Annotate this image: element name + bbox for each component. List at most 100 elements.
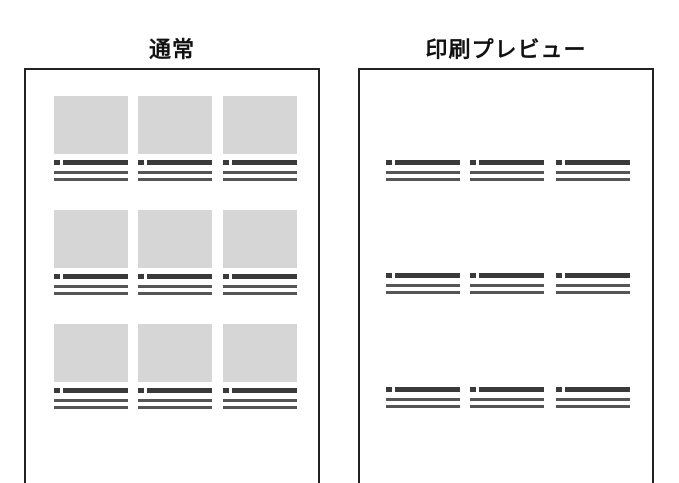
text-line <box>386 291 460 294</box>
text-line <box>556 291 630 294</box>
thumbnail-placeholder <box>223 210 297 268</box>
text-line <box>556 171 630 174</box>
text-line-bullet <box>556 387 562 392</box>
text-line-title <box>479 387 544 392</box>
text-line-title <box>147 274 212 279</box>
text-line-title <box>479 273 544 278</box>
grid-item <box>138 96 212 186</box>
text-line-bullet <box>386 387 392 392</box>
text-line <box>223 399 297 402</box>
text-item <box>386 387 460 413</box>
text-item <box>556 387 630 413</box>
text-line-bullet <box>138 160 144 165</box>
text-line <box>386 405 460 408</box>
text-line-title <box>479 160 544 165</box>
thumbnail-placeholder <box>223 324 297 382</box>
text-placeholder-lines <box>54 274 128 300</box>
thumbnail-placeholder <box>223 96 297 154</box>
text-line-title <box>147 160 212 165</box>
text-placeholder-lines <box>54 160 128 186</box>
text-line <box>223 292 297 295</box>
text-item <box>556 160 630 186</box>
text-item <box>470 273 544 299</box>
text-line-bullet <box>138 274 144 279</box>
text-line-bullet <box>386 273 392 278</box>
text-line <box>386 398 460 401</box>
text-line-title <box>395 273 460 278</box>
text-placeholder-lines <box>138 160 212 186</box>
text-line <box>138 285 212 288</box>
text-line <box>223 285 297 288</box>
text-placeholder-lines <box>470 160 544 186</box>
grid-item <box>54 210 128 300</box>
text-placeholder-lines <box>223 160 297 186</box>
panel-title-print-preview: 印刷プレビュー <box>425 38 587 63</box>
text-item <box>386 160 460 186</box>
text-line-title <box>565 387 630 392</box>
text-line-title <box>63 274 128 279</box>
thumbnail-placeholder <box>138 96 212 154</box>
text-placeholder-lines <box>386 160 460 186</box>
text-line-title <box>63 160 128 165</box>
text-line <box>556 398 630 401</box>
text-line <box>386 171 460 174</box>
text-placeholder-lines <box>470 273 544 299</box>
thumbnail-placeholder <box>54 96 128 154</box>
text-line <box>54 406 128 409</box>
text-placeholder-lines <box>556 160 630 186</box>
text-line <box>386 178 460 181</box>
text-line <box>54 285 128 288</box>
text-line <box>138 406 212 409</box>
text-placeholder-lines <box>223 274 297 300</box>
text-line <box>470 398 544 401</box>
text-item <box>470 160 544 186</box>
text-placeholder-lines <box>556 273 630 299</box>
text-line-title <box>395 387 460 392</box>
text-line-title <box>395 160 460 165</box>
text-placeholder-lines <box>556 387 630 413</box>
text-line <box>223 171 297 174</box>
text-line <box>470 171 544 174</box>
grid-item <box>54 324 128 414</box>
text-line <box>54 178 128 181</box>
grid-item <box>138 324 212 414</box>
text-item <box>470 387 544 413</box>
text-line <box>556 405 630 408</box>
text-line-title <box>565 160 630 165</box>
text-line-title <box>147 388 212 393</box>
text-line <box>138 399 212 402</box>
text-line <box>138 171 212 174</box>
page-frame-print-preview <box>358 68 654 483</box>
text-placeholder-lines <box>138 388 212 414</box>
thumbnail-placeholder <box>54 324 128 382</box>
text-line-bullet <box>470 273 476 278</box>
thumbnail-placeholder <box>138 324 212 382</box>
text-line <box>556 284 630 287</box>
text-line-title <box>565 273 630 278</box>
text-line <box>138 178 212 181</box>
text-item <box>386 273 460 299</box>
text-line-bullet <box>470 387 476 392</box>
text-line-bullet <box>54 274 60 279</box>
text-line-bullet <box>556 273 562 278</box>
text-line <box>54 292 128 295</box>
panel-title-normal: 通常 <box>148 38 195 63</box>
text-line <box>54 171 128 174</box>
text-line-title <box>232 160 297 165</box>
text-line <box>223 406 297 409</box>
text-line-bullet <box>223 388 229 393</box>
text-line-bullet <box>470 160 476 165</box>
text-line <box>470 405 544 408</box>
thumbnail-placeholder <box>54 210 128 268</box>
text-line-title <box>232 274 297 279</box>
text-line <box>386 284 460 287</box>
text-line-bullet <box>54 160 60 165</box>
text-line-bullet <box>54 388 60 393</box>
text-placeholder-lines <box>470 387 544 413</box>
text-line <box>470 284 544 287</box>
thumbnail-placeholder <box>138 210 212 268</box>
grid-item <box>138 210 212 300</box>
text-line-bullet <box>138 388 144 393</box>
grid-item <box>54 96 128 186</box>
text-line-title <box>232 388 297 393</box>
